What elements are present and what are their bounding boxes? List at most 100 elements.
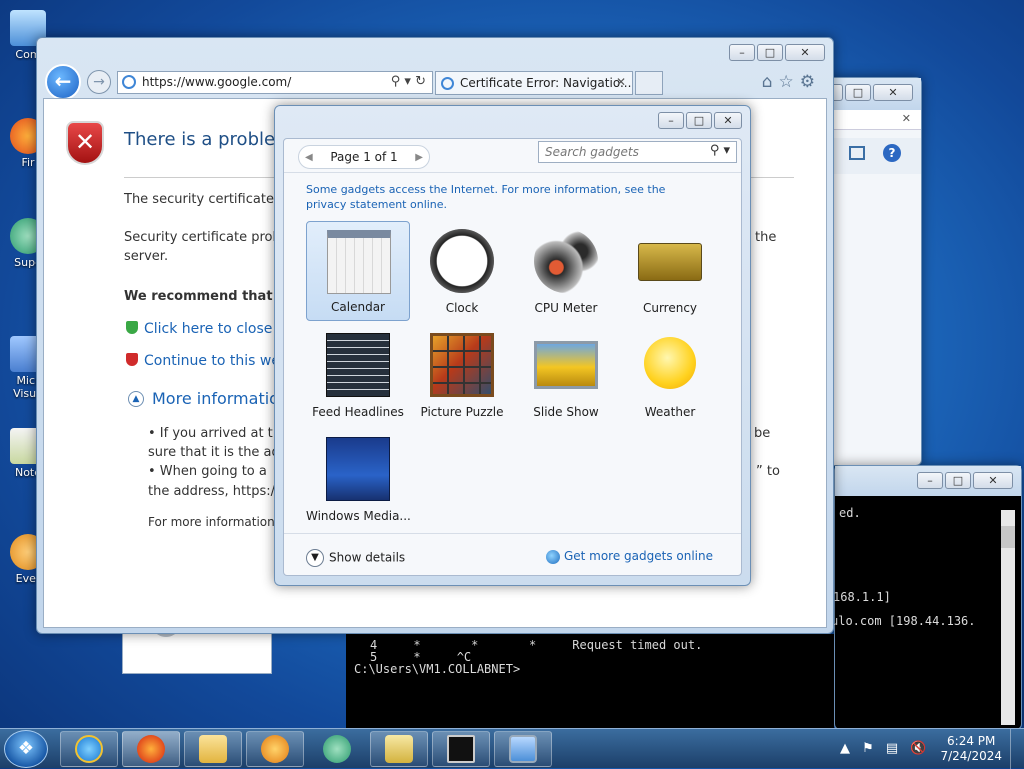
search-gadgets-input[interactable]: Search gadgets ⚲ ▾ [538,141,737,163]
next-page-icon[interactable]: ▶ [415,152,423,163]
help-icon[interactable]: ? [883,144,901,162]
show-details-label: Show details [329,550,406,565]
taskbar-remote-desktop[interactable] [494,731,552,767]
bullet-text: be [754,426,771,441]
maximize-button[interactable]: □ [686,112,712,129]
privacy-note[interactable]: Some gadgets access the Internet. For mo… [306,182,706,212]
close-button[interactable]: ✕ [873,84,913,101]
caption-buttons: – □ ✕ [658,112,742,129]
back-button[interactable]: ← [45,64,81,100]
new-tab-button[interactable] [635,71,663,95]
minimize-button[interactable]: – [917,472,943,489]
close-button[interactable]: ✕ [973,472,1013,489]
maximize-button[interactable]: □ [845,84,871,101]
expand-icon[interactable]: ▲ [128,391,144,407]
cmd-icon [447,735,475,763]
pane-icon[interactable] [849,146,865,160]
console-line: ed. [839,506,861,520]
minimize-button[interactable]: – [658,112,684,129]
gadget-calendar[interactable]: Calendar [306,221,410,321]
maximize-button[interactable]: □ [945,472,971,489]
taskbar-app[interactable] [308,731,366,767]
system-tray: ▲ ⚑ ▤ 🔇 6:24 PM 7/24/2024 [834,729,1024,769]
taskbar-ie[interactable] [60,731,118,767]
taskbar-cmd[interactable] [432,731,490,767]
folder-icon [199,735,227,763]
media-center-icon [326,437,390,501]
tab-certificate-error[interactable]: Certificate Error: Navigatio... ✕ [435,71,633,95]
scrollbar[interactable] [1001,510,1015,725]
caption-buttons: – □ ✕ [729,44,825,61]
close-icon[interactable]: ✕ [902,112,911,125]
taskbar-firefox[interactable] [122,731,180,767]
search-field[interactable]: ✕ [825,110,921,130]
background-window[interactable]: – □ ✕ ✕ ? [817,77,922,466]
gadget-gallery-window[interactable]: – □ ✕ ◀ Page 1 of 1 ▶ Search gadgets ⚲ ▾… [274,105,751,586]
search-icon[interactable]: ⚲ ▾ [710,143,730,158]
divider [284,172,741,173]
gadget-clock[interactable]: Clock [410,221,514,321]
more-information-link[interactable]: More information [152,389,289,408]
body-text: The security certificate p [124,192,287,207]
notepad-icon [385,735,413,763]
recommend-heading: We recommend that y [124,289,286,304]
forward-button[interactable]: → [87,70,111,94]
close-button[interactable]: ✕ [785,44,825,61]
gadget-feed-headlines[interactable]: Feed Headlines [306,325,410,425]
clock-time: 6:24 PM [947,734,996,748]
gadget-slide-show[interactable]: Slide Show [514,325,618,425]
close-page-link[interactable]: Click here to close th [144,321,291,337]
gadget-picture-puzzle[interactable]: Picture Puzzle [410,325,514,425]
page-indicator: Page 1 of 1 [330,150,398,164]
body-text: the [755,230,777,245]
gadget-cpu-meter[interactable]: CPU Meter [514,221,618,321]
chevron-down-icon: ▼ [306,549,324,567]
gadget-weather[interactable]: Weather [618,325,722,425]
scrollbar-thumb[interactable] [1001,526,1015,548]
continue-link[interactable]: Continue to this web [144,353,289,369]
calendar-icon [327,230,391,294]
taskbar: ❖ ▲ ⚑ ▤ 🔇 6:24 PM 7/24/2024 [0,728,1024,769]
gadget-currency[interactable]: Currency [618,221,722,321]
gadget-name: CPU Meter [534,301,598,315]
cmd-output: 4 * * * Request timed out. 5 * ^C C:\Use… [346,634,834,730]
bullet-text: sure that it is the ad [148,445,280,460]
clock[interactable]: 6:24 PM 7/24/2024 [940,734,1002,764]
pager: ◀ Page 1 of 1 ▶ [298,145,430,169]
currency-icon [638,243,702,281]
bullet-text: • If you arrived at t [148,426,273,441]
body-text: Security certificate prob [124,230,281,245]
show-desktop-button[interactable] [1010,729,1024,769]
gadget-name: Slide Show [533,405,599,419]
maximize-button[interactable]: □ [757,44,783,61]
gadget-windows-media-center[interactable]: Windows Media... [306,429,411,529]
address-bar[interactable]: https://www.google.com/ ⚲ ▾ ↻ [117,71,433,94]
taskbar-notepad[interactable] [370,731,428,767]
footer-text: For more information, [148,515,279,529]
slide-show-icon [534,341,598,389]
taskbar-explorer[interactable] [184,731,242,767]
feed-headlines-icon [326,333,390,397]
browser-tool-icons[interactable]: ⌂☆⚙ [762,72,821,92]
show-details-button[interactable]: ▼ Show details [306,549,405,567]
prev-page-icon[interactable]: ◀ [305,152,313,163]
close-button[interactable]: ✕ [714,112,742,129]
cmd-window[interactable]: – □ ✕ ed. 168.1.1] ulo.com [198.44.136. [831,465,1022,730]
tray-icons[interactable]: ▲ ⚑ ▤ 🔇 [840,741,931,756]
start-button[interactable]: ❖ [4,730,48,768]
gadget-name: Weather [644,405,696,419]
get-more-gadgets-link[interactable]: Get more gadgets online [545,549,713,564]
close-tab-icon[interactable]: ✕ [616,75,626,89]
bullet-text: • When going to a [148,464,267,479]
tab-title: Certificate Error: Navigatio... [460,76,632,90]
weather-sun-icon [644,337,696,389]
bullet-text: the address, https:/ [148,484,276,499]
address-tools[interactable]: ⚲ ▾ ↻ [391,74,426,89]
cpu-meter-icon [534,229,598,293]
error-shield-icon: ✕ [66,121,104,165]
clock-icon [430,229,494,293]
minimize-button[interactable]: – [729,44,755,61]
gadget-name: Calendar [331,300,385,314]
gallery-panel: ◀ Page 1 of 1 ▶ Search gadgets ⚲ ▾ Some … [283,138,742,576]
taskbar-media-player[interactable] [246,731,304,767]
